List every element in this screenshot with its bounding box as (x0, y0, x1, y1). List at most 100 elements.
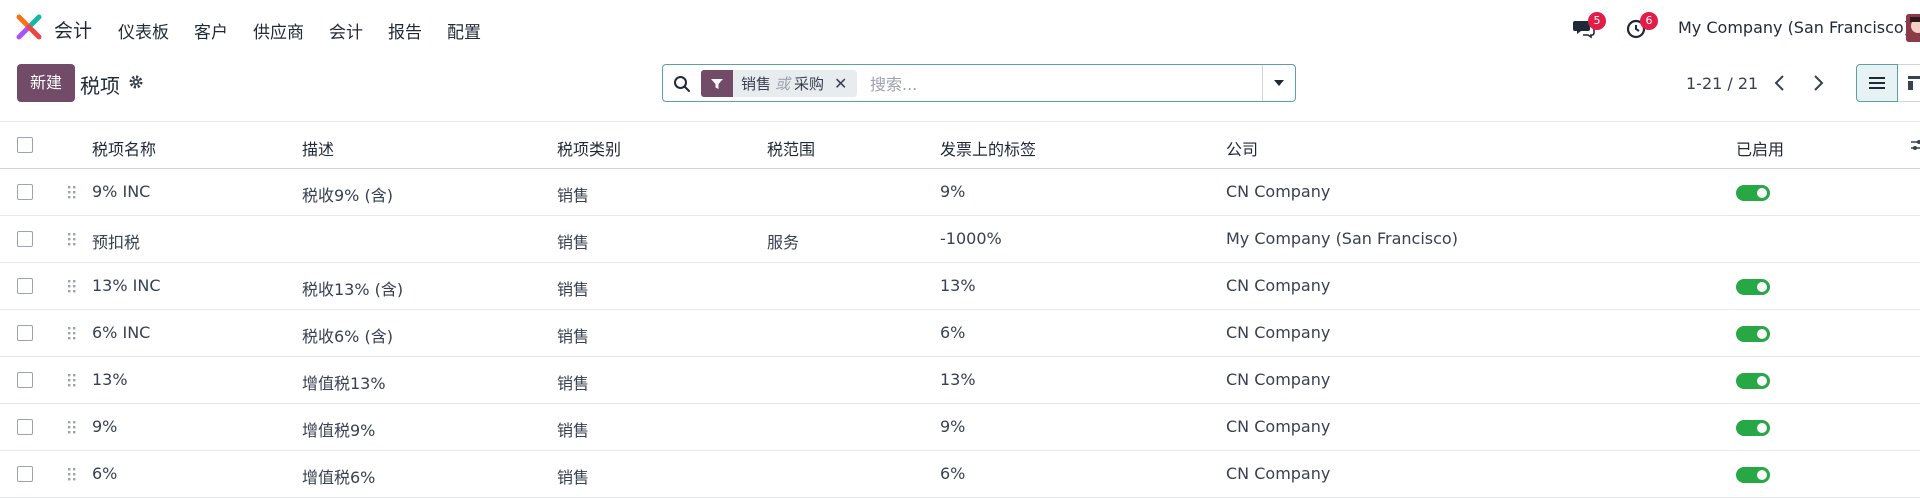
app-logo-icon[interactable] (16, 14, 42, 40)
active-toggle[interactable] (1736, 326, 1770, 342)
cell-invoice-label: 13% (940, 370, 976, 389)
active-toggle[interactable] (1736, 279, 1770, 295)
menu-reporting[interactable]: 报告 (388, 18, 422, 43)
row-checkbox[interactable] (17, 278, 33, 294)
header-description[interactable]: 描述 (302, 136, 334, 160)
filter-facet: 销售或采购 ✕ (701, 70, 858, 97)
table-row[interactable]: 预扣税 销售 服务 -1000% My Company (San Francisco) (0, 216, 1920, 263)
header-active[interactable]: 已启用 (1736, 136, 1784, 160)
cell-invoice-label: 9% (940, 417, 966, 436)
cell-company: My Company (San Francisco) (1226, 229, 1458, 248)
drag-handle-icon[interactable] (66, 466, 76, 482)
search-icon (674, 76, 690, 92)
menu-customers[interactable]: 客户 (194, 18, 228, 43)
page-title: 税项 (80, 74, 120, 98)
facet-value-purchase: 采购 (794, 75, 825, 93)
header-invoice-label[interactable]: 发票上的标签 (940, 136, 1036, 160)
cell-description: 税收6% (含) (302, 327, 393, 346)
cell-tax-name: 6% INC (92, 323, 151, 342)
app-name[interactable]: 会计 (54, 16, 92, 43)
search-input[interactable] (870, 73, 1220, 95)
cell-tax-type: 销售 (557, 468, 590, 487)
header-company[interactable]: 公司 (1226, 136, 1258, 160)
tax-list-table: 税项名称 描述 税项类别 税范围 发票上的标签 公司 已启用 9% INC 税收9… (0, 121, 1920, 498)
cell-description: 增值税9% (302, 421, 376, 440)
menu-dashboard[interactable]: 仪表板 (118, 18, 169, 43)
cell-invoice-label: 6% (940, 464, 966, 483)
cell-company: CN Company (1226, 417, 1331, 436)
cell-tax-name: 13% INC (92, 276, 161, 295)
cell-company: CN Company (1226, 464, 1331, 483)
active-toggle[interactable] (1736, 185, 1770, 201)
drag-handle-icon[interactable] (66, 184, 76, 200)
filter-facet-label: 销售或采购 (733, 73, 832, 94)
table-row[interactable]: 13% INC 税收13% (含) 销售 13% CN Company (0, 263, 1920, 310)
menu-configuration[interactable]: 配置 (447, 18, 481, 43)
list-view-icon (1869, 77, 1885, 89)
row-checkbox[interactable] (17, 231, 33, 247)
messages-badge: 5 (1588, 12, 1606, 30)
list-view-button[interactable] (1856, 64, 1898, 102)
search-bar: 销售或采购 ✕ (662, 64, 1296, 102)
cell-tax-type: 销售 (557, 327, 590, 346)
header-tax-name[interactable]: 税项名称 (92, 136, 156, 160)
search-options-toggle[interactable] (1262, 65, 1295, 101)
chevron-right-icon[interactable] (1808, 72, 1828, 94)
pager-value[interactable]: 1-21 / 21 (1686, 74, 1758, 93)
cell-company: CN Company (1226, 182, 1331, 201)
user-avatar[interactable] (1906, 14, 1920, 42)
chevron-left-icon[interactable] (1770, 72, 1790, 94)
table-row[interactable]: 13% 增值税13% 销售 13% CN Company (0, 357, 1920, 404)
row-checkbox[interactable] (17, 419, 33, 435)
cell-invoice-label: 13% (940, 276, 976, 295)
top-navbar: 会计 仪表板 客户 供应商 会计 报告 配置 5 6 My Company (S… (0, 0, 1920, 56)
cell-invoice-label: 6% (940, 323, 966, 342)
drag-handle-icon[interactable] (66, 419, 76, 435)
filter-icon (711, 78, 723, 89)
cell-tax-name: 9% (92, 417, 118, 436)
caret-down-icon (1274, 80, 1284, 86)
select-all-checkbox[interactable] (17, 137, 33, 153)
menu-accounting[interactable]: 会计 (329, 18, 363, 43)
cell-company: CN Company (1226, 276, 1331, 295)
row-checkbox[interactable] (17, 184, 33, 200)
remove-facet-icon[interactable]: ✕ (832, 74, 857, 93)
new-button[interactable]: 新建 (17, 64, 75, 102)
main-menu: 仪表板 客户 供应商 会计 报告 配置 (118, 18, 506, 43)
row-checkbox[interactable] (17, 466, 33, 482)
cell-tax-name: 9% INC (92, 182, 151, 201)
active-toggle[interactable] (1736, 373, 1770, 389)
company-switcher[interactable]: My Company (San Francisco) (1678, 18, 1910, 37)
table-header: 税项名称 描述 税项类别 税范围 发票上的标签 公司 已启用 (0, 121, 1920, 169)
cell-description: 增值税13% (302, 374, 386, 393)
cell-tax-type: 销售 (557, 374, 590, 393)
gear-icon[interactable] (128, 74, 144, 90)
facet-value-sale: 销售 (741, 75, 772, 93)
drag-handle-icon[interactable] (66, 231, 76, 247)
kanban-view-icon (1908, 76, 1920, 90)
table-row[interactable]: 6% INC 税收6% (含) 销售 6% CN Company (0, 310, 1920, 357)
header-tax-type[interactable]: 税项类别 (557, 136, 621, 160)
cell-tax-type: 销售 (557, 233, 590, 252)
cell-description: 税收13% (含) (302, 280, 404, 299)
drag-handle-icon[interactable] (66, 325, 76, 341)
table-row[interactable]: 9% 增值税9% 销售 9% CN Company (0, 404, 1920, 451)
cell-invoice-label: -1000% (940, 229, 1002, 248)
header-tax-scope[interactable]: 税范围 (767, 136, 815, 160)
drag-handle-icon[interactable] (66, 278, 76, 294)
drag-handle-icon[interactable] (66, 372, 76, 388)
column-options-icon[interactable] (1910, 138, 1920, 152)
cell-tax-type: 销售 (557, 280, 590, 299)
row-checkbox[interactable] (17, 325, 33, 341)
table-row[interactable]: 6% 增值税6% 销售 6% CN Company (0, 451, 1920, 498)
cell-description: 增值税6% (302, 468, 376, 487)
kanban-view-button[interactable] (1898, 64, 1920, 102)
active-toggle[interactable] (1736, 420, 1770, 436)
cell-tax-type: 销售 (557, 421, 590, 440)
table-row[interactable]: 9% INC 税收9% (含) 销售 9% CN Company (0, 169, 1920, 216)
menu-vendors[interactable]: 供应商 (253, 18, 304, 43)
cell-tax-name: 预扣税 (92, 233, 141, 252)
row-checkbox[interactable] (17, 372, 33, 388)
cell-tax-name: 13% (92, 370, 128, 389)
active-toggle[interactable] (1736, 467, 1770, 483)
